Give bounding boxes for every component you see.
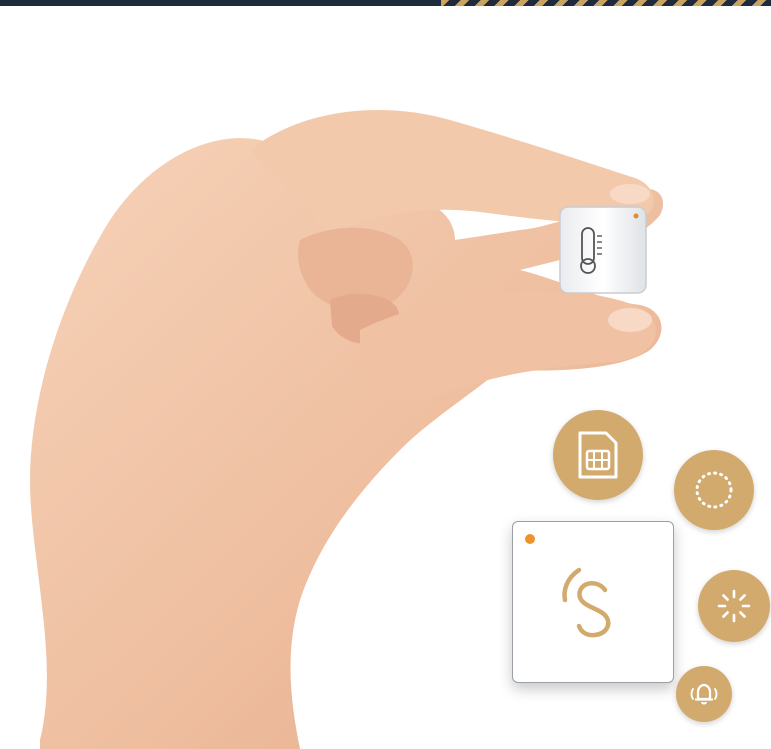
sensor-device (559, 206, 647, 294)
bell-badge (676, 666, 732, 722)
loading-spinner-icon (717, 589, 751, 623)
loading-spinner-badge (698, 570, 770, 642)
dotted-circle-icon (695, 471, 733, 509)
dotted-circle-badge (674, 450, 754, 530)
s-logo-icon (562, 567, 611, 638)
bell-icon (690, 683, 718, 705)
sim-card-icon (578, 431, 618, 479)
sim-card-badge (553, 410, 643, 500)
device-card (512, 521, 674, 683)
